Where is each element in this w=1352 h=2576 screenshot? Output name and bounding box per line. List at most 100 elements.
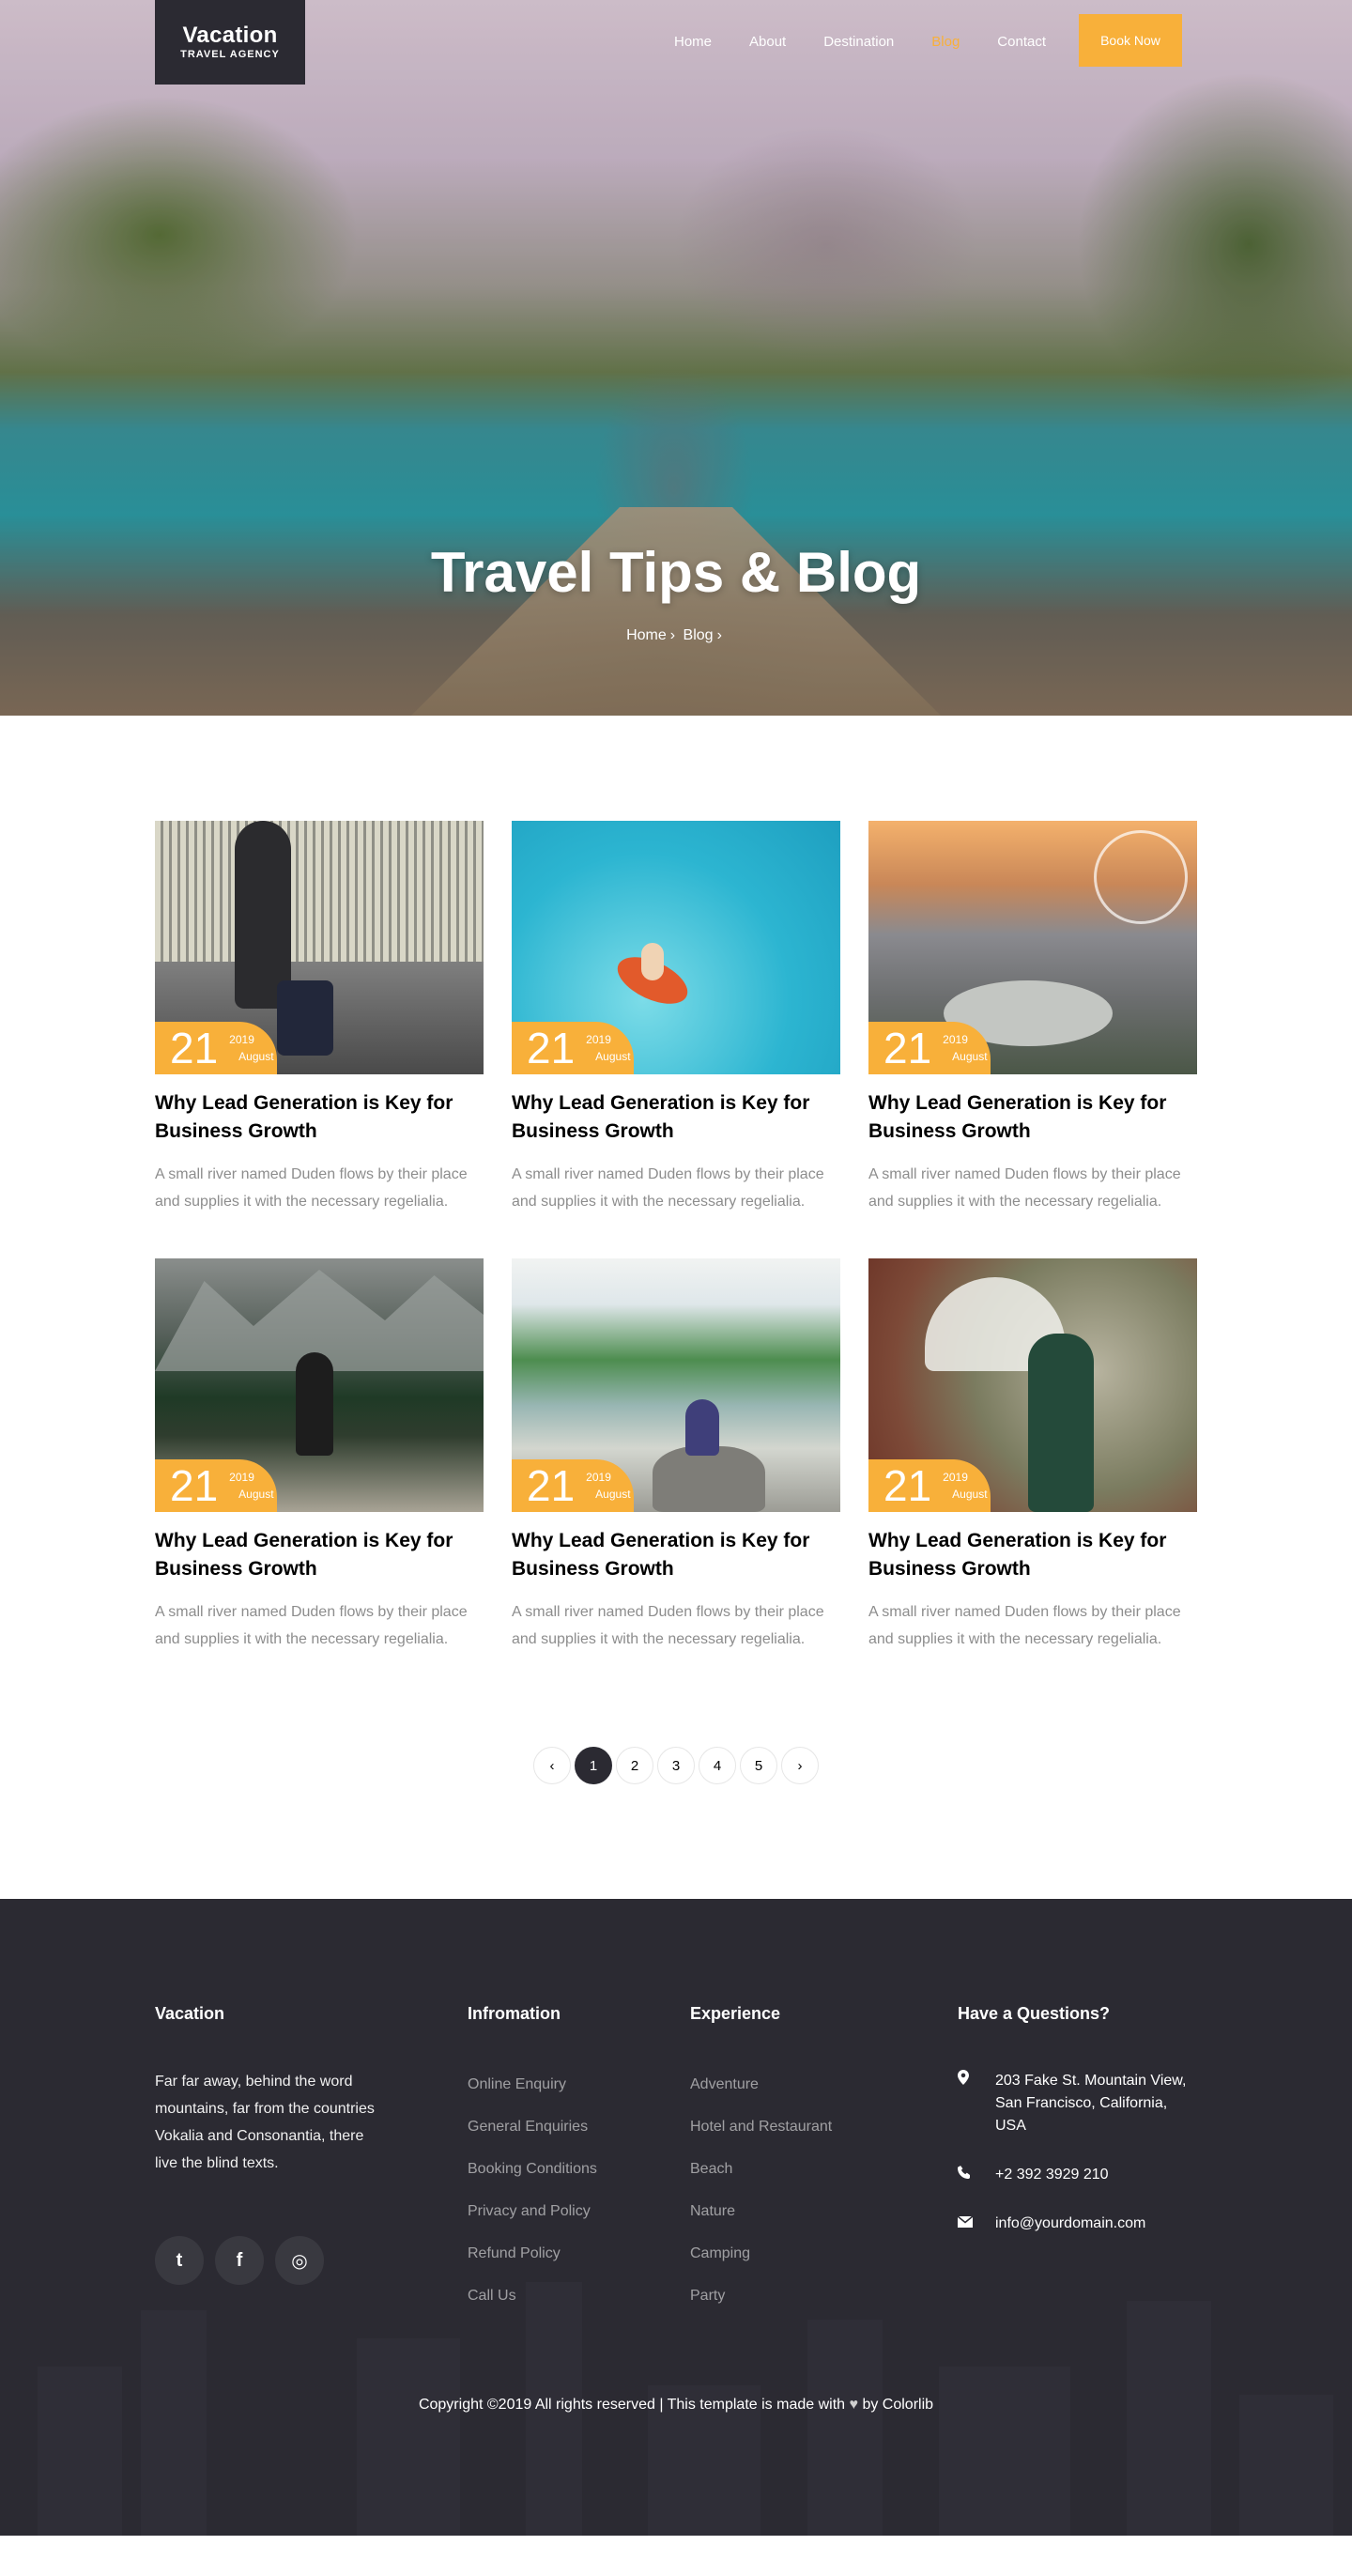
breadcrumb-home[interactable]: Home: [626, 627, 667, 643]
blog-title[interactable]: Why Lead Generation is Key for Business …: [512, 1089, 840, 1146]
date-day: 21: [883, 1461, 932, 1510]
date-year: 2019: [229, 1471, 254, 1484]
footer-link-booking-conditions[interactable]: Booking Conditions: [468, 2160, 655, 2179]
book-now-button[interactable]: Book Now: [1079, 14, 1182, 67]
date-badge: 21 2019 August: [512, 1459, 634, 1512]
date-month: August: [238, 1488, 274, 1501]
pagination-page-1[interactable]: 1: [575, 1747, 612, 1784]
brand-title: Vacation: [182, 23, 278, 48]
breadcrumb-blog[interactable]: Blog: [684, 627, 714, 643]
footer-link-call-us[interactable]: Call Us: [468, 2287, 655, 2306]
date-day: 21: [527, 1461, 576, 1510]
nav-destination[interactable]: Destination: [823, 31, 894, 54]
blog-excerpt: A small river named Duden flows by their…: [512, 1604, 824, 1647]
blog-card: 21 2019 August Why Lead Generation is Key…: [155, 821, 484, 1215]
nav-contact[interactable]: Contact: [997, 31, 1046, 54]
facebook-icon[interactable]: f: [215, 2236, 264, 2285]
page-title: Travel Tips & Blog: [430, 541, 922, 604]
social-links: t f ◎: [155, 2236, 390, 2285]
twitter-icon[interactable]: t: [155, 2236, 204, 2285]
date-year: 2019: [586, 1033, 611, 1046]
blog-image-umbrella-woman[interactable]: 21 2019 August: [868, 1258, 1197, 1512]
date-badge: 21 2019 August: [868, 1022, 991, 1074]
brand-subtitle: TRAVEL AGENCY: [180, 49, 280, 60]
brand-logo[interactable]: Vacation TRAVEL AGENCY: [155, 0, 305, 85]
main-nav: Home About Destination Blog Contact: [637, 31, 1046, 54]
date-year: 2019: [943, 1033, 968, 1046]
contact-address: 203 Fake St. Mountain View, San Francisc…: [995, 2073, 1187, 2134]
blog-card: 21 2019 August Why Lead Generation is Key…: [155, 1258, 484, 1653]
date-day: 21: [527, 1024, 576, 1072]
hero-section: Vacation TRAVEL AGENCY Home About Destin…: [0, 0, 1352, 716]
envelope-icon: [957, 2213, 995, 2235]
footer-link-nature[interactable]: Nature: [690, 2202, 897, 2221]
footer-experience-heading: Experience: [690, 2004, 781, 2023]
pagination-page-3[interactable]: 3: [657, 1747, 695, 1784]
contact-phone[interactable]: +2 392 3929 210: [995, 2164, 1109, 2186]
blog-excerpt: A small river named Duden flows by their…: [155, 1604, 468, 1647]
date-year: 2019: [586, 1471, 611, 1484]
map-marker-icon: [958, 2070, 995, 2137]
blog-image-kayak[interactable]: 21 2019 August: [512, 821, 840, 1074]
footer-about-text: Far far away, behind the word mountains,…: [155, 2074, 375, 2171]
pagination-next-button[interactable]: ›: [781, 1747, 819, 1784]
colorlib-link[interactable]: by Colorlib: [862, 2397, 933, 2413]
pagination-prev-button[interactable]: ‹: [533, 1747, 571, 1784]
contact-email[interactable]: info@yourdomain.com: [995, 2213, 1145, 2235]
nav-home[interactable]: Home: [674, 31, 712, 54]
date-day: 21: [170, 1461, 219, 1510]
date-day: 21: [883, 1024, 932, 1072]
blog-title[interactable]: Why Lead Generation is Key for Business …: [155, 1089, 484, 1146]
footer-link-refund-policy[interactable]: Refund Policy: [468, 2244, 655, 2263]
footer-link-privacy-policy[interactable]: Privacy and Policy: [468, 2202, 655, 2221]
footer: Vacation Far far away, behind the word m…: [0, 1899, 1352, 2536]
footer-link-camping[interactable]: Camping: [690, 2244, 897, 2263]
pagination-page-2[interactable]: 2: [616, 1747, 653, 1784]
nav-about[interactable]: About: [749, 31, 786, 54]
footer-contact-heading: Have a Questions?: [958, 2004, 1111, 2023]
footer-link-online-enquiry[interactable]: Online Enquiry: [468, 2075, 655, 2094]
footer-link-hotel-restaurant[interactable]: Hotel and Restaurant: [690, 2118, 897, 2136]
pagination: ‹ 1 2 3 4 5 ›: [0, 1747, 1352, 1899]
date-month: August: [595, 1050, 631, 1063]
blog-title[interactable]: Why Lead Generation is Key for Business …: [512, 1527, 840, 1583]
blog-image-city-view[interactable]: 21 2019 August: [868, 821, 1197, 1074]
footer-link-adventure[interactable]: Adventure: [690, 2075, 897, 2094]
chevron-right-icon: ›: [716, 627, 722, 643]
instagram-icon[interactable]: ◎: [275, 2236, 324, 2285]
date-month: August: [952, 1050, 988, 1063]
date-day: 21: [170, 1024, 219, 1072]
date-month: August: [595, 1488, 631, 1501]
footer-experience: Experience Adventure Hotel and Restauran…: [690, 2004, 897, 2329]
blog-excerpt: A small river named Duden flows by their…: [868, 1166, 1181, 1210]
blog-card: 21 2019 August Why Lead Generation is Key…: [512, 1258, 840, 1653]
date-year: 2019: [943, 1471, 968, 1484]
footer-link-party[interactable]: Party: [690, 2287, 897, 2306]
phone-icon: [958, 2164, 995, 2186]
blog-excerpt: A small river named Duden flows by their…: [868, 1604, 1181, 1647]
footer-about-heading: Vacation: [155, 2004, 225, 2023]
footer-information: Infromation Online Enquiry General Enqui…: [468, 2004, 655, 2329]
pagination-page-4[interactable]: 4: [699, 1747, 736, 1784]
date-month: August: [238, 1050, 274, 1063]
footer-information-heading: Infromation: [468, 2004, 561, 2023]
blog-image-airport-traveler[interactable]: 21 2019 August: [155, 821, 484, 1074]
footer-link-beach[interactable]: Beach: [690, 2160, 897, 2179]
navbar: Vacation TRAVEL AGENCY Home About Destin…: [0, 0, 1352, 85]
footer-contact: Have a Questions? 203 Fake St. Mountain …: [957, 2004, 1202, 2261]
blog-title[interactable]: Why Lead Generation is Key for Business …: [868, 1089, 1197, 1146]
blog-image-mountain-hiker[interactable]: 21 2019 August: [155, 1258, 484, 1512]
chevron-right-icon: ›: [669, 627, 676, 643]
pagination-page-5[interactable]: 5: [740, 1747, 777, 1784]
blog-card: 21 2019 August Why Lead Generation is Key…: [868, 821, 1197, 1215]
blog-title[interactable]: Why Lead Generation is Key for Business …: [155, 1527, 484, 1583]
copyright-text: Copyright ©2019 All rights reserved | Th…: [418, 2397, 846, 2413]
nav-blog[interactable]: Blog: [931, 31, 960, 54]
blog-image-river-rock[interactable]: 21 2019 August: [512, 1258, 840, 1512]
footer-link-general-enquiries[interactable]: General Enquiries: [468, 2118, 655, 2136]
blog-title[interactable]: Why Lead Generation is Key for Business …: [868, 1527, 1197, 1583]
blog-excerpt: A small river named Duden flows by their…: [512, 1166, 824, 1210]
date-badge: 21 2019 August: [512, 1022, 634, 1074]
date-badge: 21 2019 August: [155, 1022, 277, 1074]
blog-excerpt: A small river named Duden flows by their…: [155, 1166, 468, 1210]
